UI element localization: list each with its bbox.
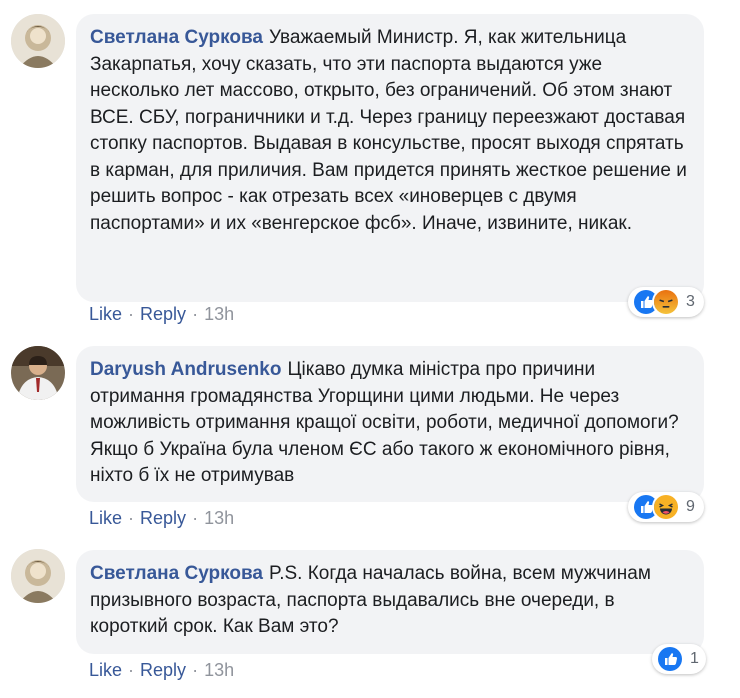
angry-icon: [652, 288, 680, 316]
reaction-summary[interactable]: 9: [628, 492, 704, 522]
reply-link[interactable]: Reply: [140, 304, 186, 324]
comment-bubble: Daryush Andrusenko Цікаво думка міністра …: [76, 346, 704, 502]
timestamp[interactable]: 13h: [204, 660, 234, 680]
reaction-count: 3: [686, 293, 695, 310]
haha-icon: [652, 493, 680, 521]
separator-dot: ·: [128, 659, 135, 680]
avatar[interactable]: [11, 549, 65, 603]
separator-dot: ·: [128, 303, 135, 324]
reaction-summary[interactable]: 3: [628, 287, 704, 317]
comment-author[interactable]: Светлана Суркова: [90, 27, 263, 48]
like-icon: [656, 645, 684, 673]
reply-link[interactable]: Reply: [140, 660, 186, 680]
like-link[interactable]: Like: [89, 660, 122, 680]
reaction-count: 1: [690, 650, 699, 667]
comment-actions: Like · Reply · 13h: [89, 303, 234, 325]
comment-author[interactable]: Daryush Andrusenko: [90, 359, 281, 380]
avatar[interactable]: [11, 14, 65, 68]
timestamp[interactable]: 13h: [204, 304, 234, 324]
reply-link[interactable]: Reply: [140, 508, 186, 528]
separator-dot: ·: [192, 507, 199, 528]
separator-dot: ·: [128, 507, 135, 528]
separator-dot: ·: [192, 303, 199, 324]
comment-bubble: Светлана Суркова P.S. Когда началась войн…: [76, 550, 704, 654]
comment-actions: Like · Reply · 13h: [89, 507, 234, 529]
comment-bubble: Светлана Суркова Уважаемый Министр. Я, ка…: [76, 14, 704, 302]
like-link[interactable]: Like: [89, 508, 122, 528]
comment-author[interactable]: Светлана Суркова: [90, 563, 263, 584]
comment-actions: Like · Reply · 13h: [89, 659, 234, 681]
reaction-count: 9: [686, 498, 695, 515]
avatar[interactable]: [11, 346, 65, 400]
comment-text: Уважаемый Министр. Я, как жительница Зак…: [90, 27, 687, 234]
like-link[interactable]: Like: [89, 304, 122, 324]
separator-dot: ·: [192, 659, 199, 680]
reaction-summary[interactable]: 1: [652, 644, 706, 674]
timestamp[interactable]: 13h: [204, 508, 234, 528]
